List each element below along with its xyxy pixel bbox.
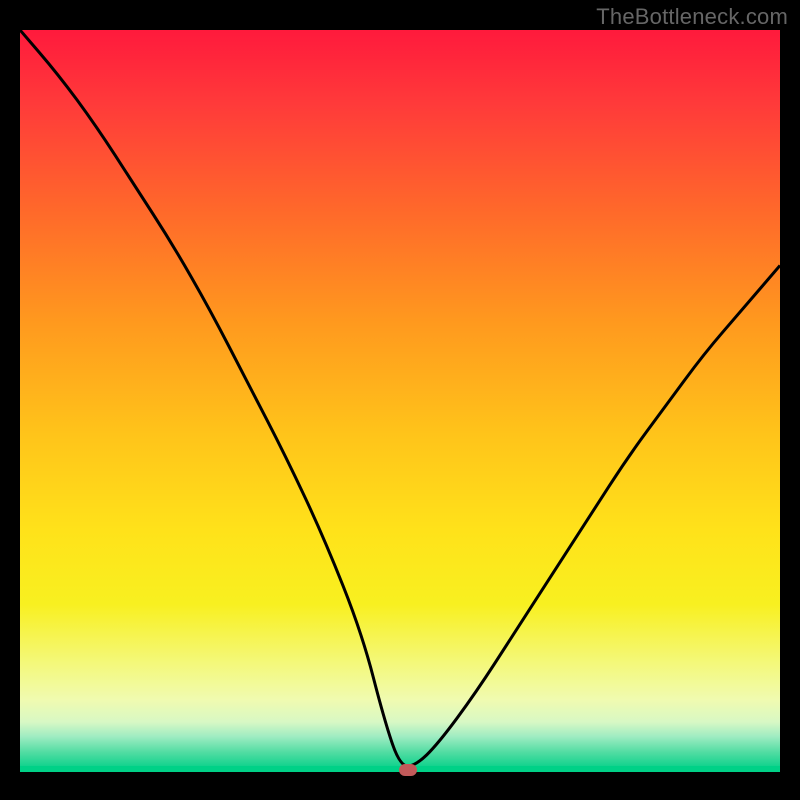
bottleneck-curve [20,30,780,790]
chart-stage: TheBottleneck.com [0,0,800,800]
plot-area [20,30,780,790]
watermark-text: TheBottleneck.com [596,4,788,30]
curve-path [20,30,780,766]
optimum-marker [399,764,417,776]
